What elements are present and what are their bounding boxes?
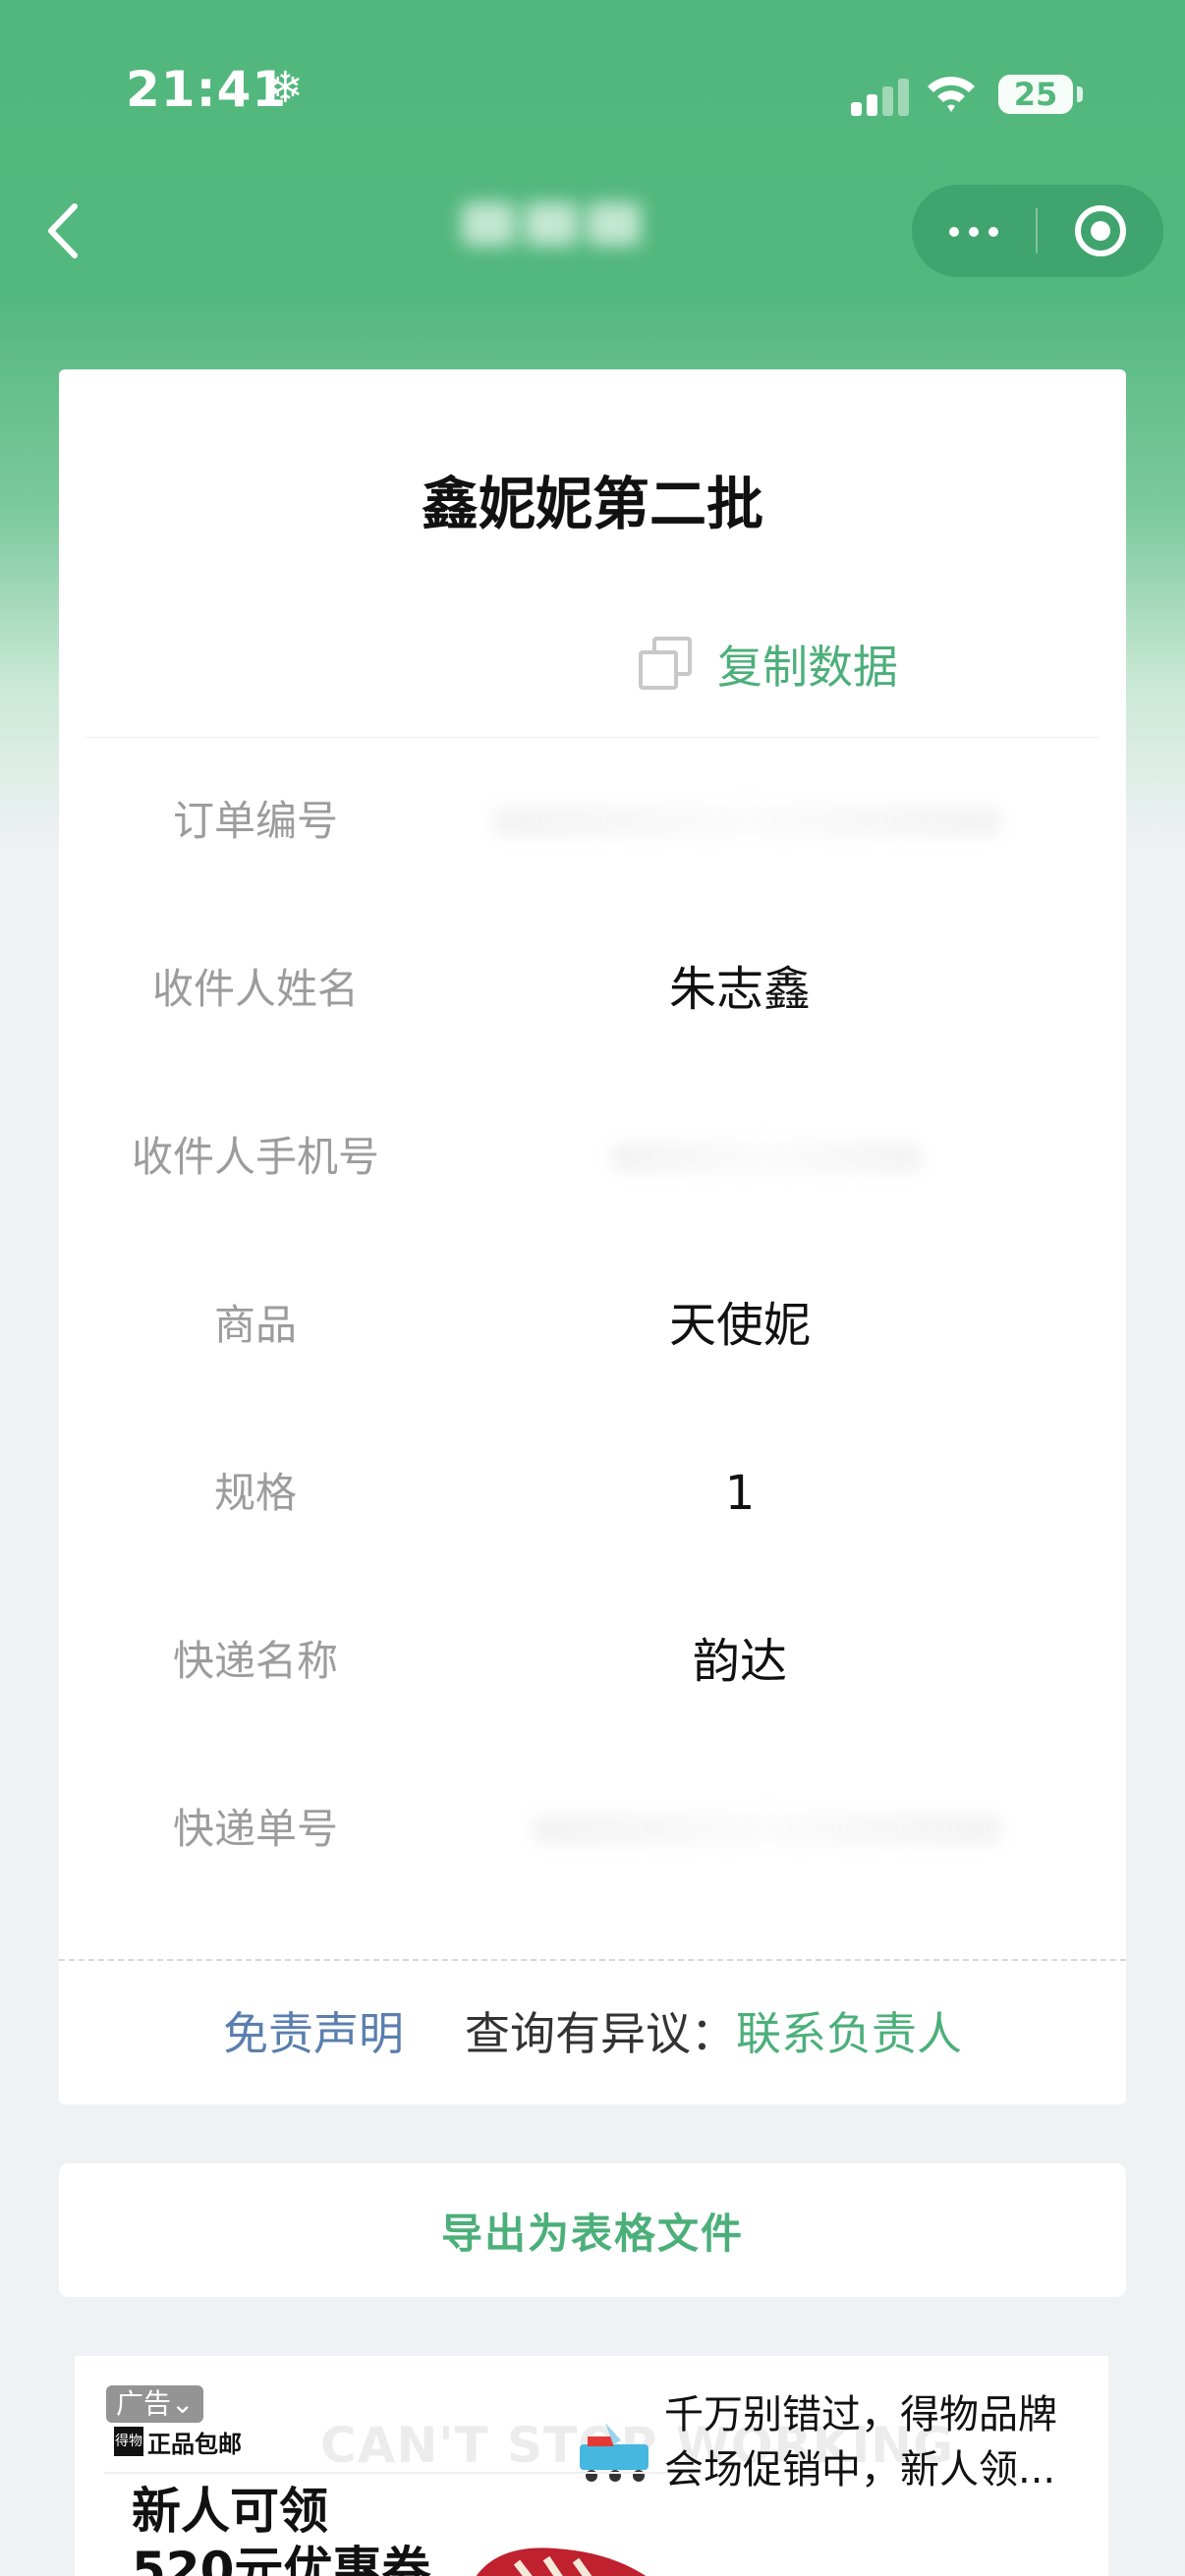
row-label: 快递名称: [172, 1637, 338, 1685]
row-label: 订单编号: [172, 797, 338, 845]
export-label: 导出为表格文件: [440, 2209, 744, 2258]
contact-owner-link[interactable]: 联系负责人: [736, 1998, 962, 2063]
close-button[interactable]: [1038, 185, 1163, 277]
row-value: 韵达: [692, 1634, 787, 1689]
page: 21:41 ❄ 25 鑫妮妮第二批 复制数据 订单编号 收件人姓名 朱志鑫 收件…: [0, 0, 1185, 2576]
divider: [85, 737, 1100, 738]
cart-illustration-icon: [580, 2423, 649, 2482]
row-value: 天使妮: [668, 1298, 811, 1353]
row-value: 1: [724, 1466, 756, 1521]
row-label: 规格: [213, 1469, 297, 1517]
sneaker-illustration-icon: [476, 2548, 647, 2576]
row-product: 商品 天使妮: [59, 1266, 1126, 1384]
row-value: 朱志鑫: [668, 962, 811, 1017]
row-recipient-phone: 收件人手机号: [59, 1098, 1126, 1216]
back-chevron-icon: [48, 203, 78, 258]
snowflake-icon: ❄: [267, 63, 304, 113]
copy-data-label: 复制数据: [717, 641, 898, 694]
tracking-redacted: [531, 1814, 1002, 1845]
ad-divider: [104, 2472, 694, 2474]
row-label: 快递单号: [172, 1805, 338, 1853]
export-spreadsheet-button[interactable]: 导出为表格文件: [59, 2163, 1126, 2297]
ad-banner[interactable]: 得物 正品包邮 CAN'T STOP WORKING 广告⌄ 新人可领 520元…: [75, 2356, 1108, 2576]
row-tracking-number: 快递单号: [59, 1770, 1126, 1888]
nav-title-blurred: [462, 202, 717, 261]
capsule-close-dot: [1091, 221, 1110, 241]
ad-headline: 新人可领: [132, 2483, 328, 2540]
row-spec: 规格 1: [59, 1434, 1126, 1552]
battery-level: 25: [1013, 76, 1058, 113]
copy-icon: [639, 637, 694, 692]
ad-logo-text: 正品包邮: [147, 2431, 242, 2458]
back-button[interactable]: [39, 196, 94, 265]
row-label: 商品: [213, 1301, 297, 1349]
ad-description: 千万别错过，得物品牌会场促销中，新人领...: [664, 2392, 1057, 2492]
ad-logo: 得物: [114, 2427, 143, 2456]
status-bar: 21:41 ❄ 25: [0, 0, 1185, 187]
copy-data-button[interactable]: 复制数据: [639, 635, 898, 694]
more-button[interactable]: [912, 185, 1036, 277]
ad-tag[interactable]: 广告⌄: [106, 2385, 204, 2423]
battery-icon: 25: [998, 75, 1073, 114]
order-card: 鑫妮妮第二批 复制数据 订单编号 收件人姓名 朱志鑫 收件人手机号 商品 天使妮…: [59, 369, 1126, 2104]
row-order-number: 订单编号: [59, 762, 1126, 880]
wifi-icon: [928, 77, 975, 112]
ad-headline-coupon: 520元优惠券: [132, 2542, 431, 2576]
row-recipient-name: 收件人姓名 朱志鑫: [59, 930, 1126, 1048]
card-title: 鑫妮妮第二批: [421, 471, 763, 537]
row-label: 收件人姓名: [151, 965, 359, 1013]
row-label: 收件人手机号: [131, 1133, 379, 1181]
disclaimer-link[interactable]: 免责声明: [223, 1998, 404, 2063]
card-footer: 免责声明 查询有异议： 联系负责人: [59, 1967, 1126, 2095]
status-time: 21:41: [126, 61, 288, 118]
dashed-divider: [59, 1959, 1126, 1961]
signal-icon: [851, 79, 910, 116]
mini-program-capsule: [912, 185, 1163, 277]
battery-tip: [1077, 86, 1083, 102]
phone-redacted: [609, 1142, 924, 1173]
order-number-redacted: [491, 806, 1002, 837]
row-courier: 快递名称 韵达: [59, 1602, 1126, 1720]
dispute-text: 查询有异议：: [465, 2007, 736, 2060]
